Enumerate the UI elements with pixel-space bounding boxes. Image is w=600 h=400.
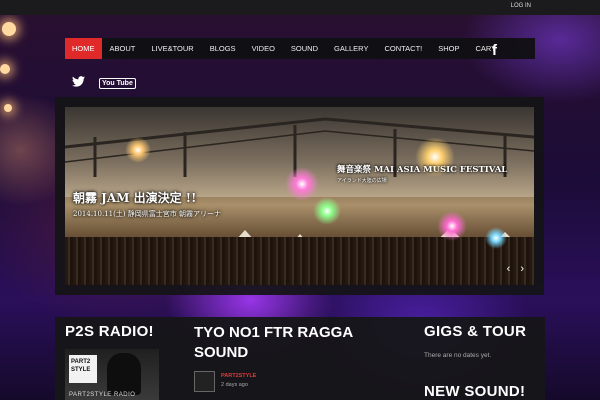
youtube-icon[interactable]: You Tube: [99, 77, 136, 89]
nav-item-sound[interactable]: SOUND: [283, 38, 326, 59]
festival-title: 舞音楽祭 MAI ASIA MUSIC FESTIVAL: [337, 165, 508, 175]
slide-caption-jam: 朝霧 JAM 出演決定 !! 2014.10.11(土) 静岡県富士宮市 朝霧ア…: [73, 189, 221, 219]
radio-logo: PART2 STYLE: [69, 355, 97, 383]
new-sound-title: NEW SOUND!: [424, 383, 526, 400]
jam-title: 朝霧 JAM 出演決定 !!: [73, 191, 197, 205]
post-author[interactable]: PART2STYLE: [221, 373, 256, 379]
slider-prev-button[interactable]: ‹: [507, 263, 511, 275]
content-widgets: P2S RADIO! PART2 STYLE PART2STYLE RADIO …: [55, 317, 545, 400]
slide-image[interactable]: 朝霧 JAM 出演決定 !! 2014.10.11(土) 静岡県富士宮市 朝霧ア…: [65, 107, 534, 285]
nav-item-video[interactable]: VIDEO: [244, 38, 283, 59]
nav-item-blogs[interactable]: BLOGS: [202, 38, 244, 59]
author-avatar: [194, 371, 215, 392]
crowd: [65, 237, 534, 285]
hero-slider: 朝霧 JAM 出演決定 !! 2014.10.11(土) 静岡県富士宮市 朝霧ア…: [55, 97, 544, 295]
nav-item-home[interactable]: HOME: [65, 38, 102, 59]
gigs-empty-note: There are no dates yet.: [424, 352, 492, 359]
top-bar: LOG IN: [0, 0, 600, 15]
dj-photo: [107, 353, 141, 395]
nav-item-shop[interactable]: SHOP: [430, 38, 467, 59]
gigs-title: GIGS & TOUR: [424, 323, 527, 340]
post-title[interactable]: TYO NO1 FTR RAGGA SOUND: [194, 323, 394, 363]
post-date: 2 days ago: [221, 382, 248, 388]
radio-caption: PART2STYLE RADIO: [69, 392, 136, 398]
jam-subtitle: 2014.10.11(土) 静岡県富士宮市 朝霧アリーナ: [73, 210, 221, 218]
nav-item-live-tour[interactable]: LIVE&TOUR: [143, 38, 201, 59]
radio-title: P2S RADIO!: [65, 323, 154, 340]
nav-item-gallery[interactable]: GALLERY: [326, 38, 376, 59]
twitter-icon[interactable]: [72, 74, 85, 92]
slide-caption-festival: 舞音楽祭 MAI ASIA MUSIC FESTIVAL アイランド大陸の広場: [337, 163, 507, 184]
social-links: You Tube: [72, 74, 136, 92]
nav-item-contact[interactable]: CONTACT!: [376, 38, 430, 59]
festival-subtitle: アイランド大陸の広場: [337, 178, 387, 184]
nav-item-cart[interactable]: CART: [468, 38, 504, 59]
login-link[interactable]: LOG IN: [511, 3, 531, 9]
nav-item-about[interactable]: ABOUT: [102, 38, 144, 59]
facebook-icon[interactable]: f: [492, 42, 497, 59]
radio-thumbnail[interactable]: PART2 STYLE PART2STYLE RADIO: [65, 349, 159, 400]
slider-next-button[interactable]: ›: [520, 263, 524, 275]
main-nav: HOME ABOUT LIVE&TOUR BLOGS VIDEO SOUND G…: [65, 38, 535, 59]
